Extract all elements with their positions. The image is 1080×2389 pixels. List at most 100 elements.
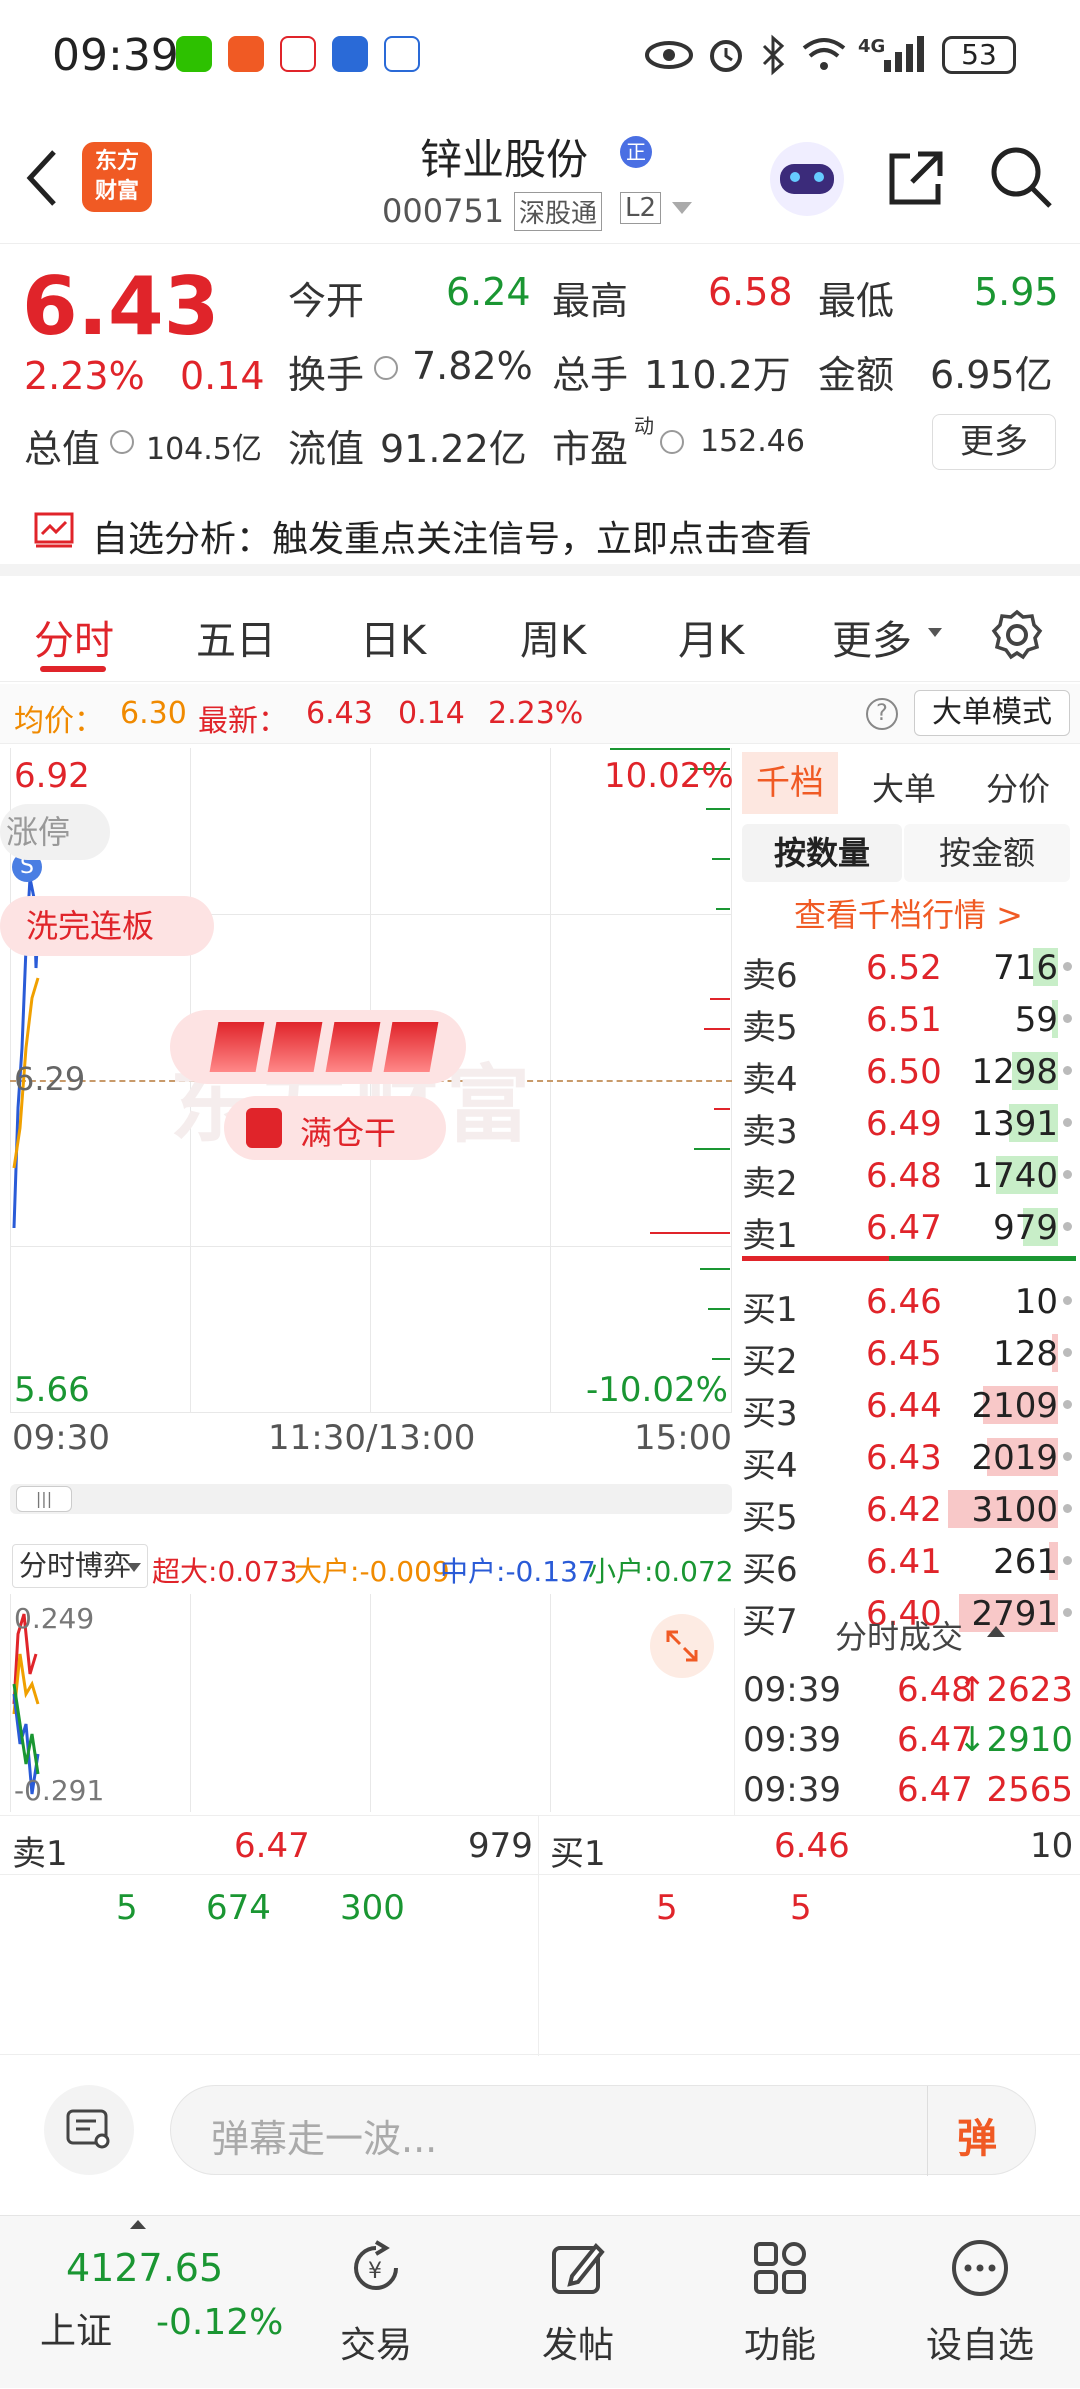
- battery-level: 53: [961, 38, 997, 71]
- capital-flow-chart[interactable]: 0.249 -0.291: [10, 1594, 732, 1812]
- info-icon[interactable]: [660, 430, 684, 454]
- thousand-depth-link[interactable]: 查看千档行情 >: [794, 890, 1023, 936]
- tab-monthly-k[interactable]: 月K: [678, 608, 744, 666]
- chevron-down-icon: [928, 628, 942, 637]
- svg-text:¥: ¥: [368, 2259, 382, 2284]
- trade-icon: ¥: [354, 2240, 398, 2290]
- tab-more[interactable]: 更多: [832, 608, 912, 666]
- limit-up-bubble[interactable]: 涨停: [0, 804, 110, 860]
- level-price: 6.49: [866, 1104, 942, 1144]
- bid-row[interactable]: 买1 6.46 10: [742, 1278, 1072, 1330]
- nav-post[interactable]: 发帖: [508, 2216, 648, 2389]
- turnover-value: 7.82%: [412, 344, 533, 388]
- subtab-by-amount[interactable]: 按金额: [904, 824, 1070, 882]
- bid-row[interactable]: 买4 6.43 2019: [742, 1434, 1072, 1486]
- limit-up-text: 涨停: [6, 813, 71, 851]
- badge-zheng: 正: [620, 136, 652, 168]
- open-value: 6.24: [446, 270, 531, 314]
- help-icon[interactable]: ?: [866, 698, 898, 730]
- ask-row[interactable]: 卖2 6.48 1740: [742, 1152, 1072, 1204]
- low-value: 5.95: [974, 270, 1059, 314]
- buy-order-item: 5: [790, 1888, 812, 1928]
- bid-row[interactable]: 买3 6.44 2109: [742, 1382, 1072, 1434]
- bid-row[interactable]: 买6 6.41 261: [742, 1538, 1072, 1590]
- mini-top-label: 0.249: [14, 1602, 95, 1635]
- large-flow: 大户:-0.009: [294, 1555, 450, 1588]
- level-dot: [1063, 1014, 1072, 1023]
- level-volume: 1391: [971, 1104, 1058, 1144]
- bid-row[interactable]: 买5 6.42 3100: [742, 1486, 1072, 1538]
- wash-bubble[interactable]: 洗完连板: [0, 896, 214, 956]
- alarm-icon: [710, 40, 742, 72]
- ask-row[interactable]: 卖1 6.47 979: [742, 1204, 1072, 1256]
- chevron-up-icon: [987, 1626, 1005, 1637]
- index-ticker[interactable]: 4127.65 上证 -0.12%: [0, 2216, 300, 2389]
- nav-add-watchlist[interactable]: 设自选: [910, 2216, 1050, 2389]
- tab-intraday[interactable]: 分时: [34, 608, 114, 666]
- book-tab-thousand[interactable]: 千档: [742, 752, 838, 814]
- nav-functions[interactable]: 功能: [710, 2216, 850, 2389]
- level-dot: [1063, 1066, 1072, 1075]
- stock-title[interactable]: 锌业股份 正 000751 深股通 L2: [380, 126, 700, 236]
- mcap-label: 总值: [24, 427, 101, 471]
- y-mid-label: 6.29: [14, 1060, 86, 1098]
- flow-selector[interactable]: 分时博弈: [12, 1544, 148, 1588]
- danmu-toggle-icon[interactable]: 弹: [957, 2106, 997, 2164]
- volume-value: 110.2万: [644, 353, 791, 397]
- level-label: 卖2: [742, 1164, 798, 1204]
- level1-depth-strip: 卖1 6.47 979 买1 6.46 10 5 674 300 5 5: [0, 1815, 1080, 2056]
- danmu-input[interactable]: 弹幕走一波... 弹: [170, 2085, 1036, 2176]
- y-bottom-label: 5.66: [14, 1370, 90, 1410]
- tab-weekly-k[interactable]: 周K: [520, 608, 586, 666]
- tab-five-day[interactable]: 五日: [196, 608, 276, 666]
- trade-row: 09:39 6.47 2565: [743, 1770, 1073, 1816]
- trade-row: 09:39 6.48 ↑2623: [743, 1670, 1073, 1716]
- scroll-handle[interactable]: |||: [16, 1486, 72, 1512]
- expand-icon[interactable]: [650, 1614, 714, 1678]
- level-volume: 128: [993, 1334, 1058, 1374]
- robot-assistant-icon[interactable]: [770, 142, 844, 216]
- change-value: 0.14: [180, 354, 265, 398]
- signal-icon: [884, 36, 924, 72]
- ask-row[interactable]: 卖6 6.52 716: [742, 944, 1072, 996]
- app-logo[interactable]: 东方 财富: [82, 142, 152, 212]
- notice-text: 自选分析：触发重点关注信号，立即点击查看: [92, 519, 813, 560]
- back-arrow-icon[interactable]: [22, 146, 62, 210]
- book-tab-by-price[interactable]: 分价: [986, 764, 1050, 810]
- ask-row[interactable]: 卖3 6.49 1391: [742, 1100, 1072, 1152]
- big-order-mode-button[interactable]: 大单模式: [914, 690, 1070, 736]
- app-logo-line1: 东方: [94, 149, 139, 174]
- high-label: 最高: [552, 279, 629, 323]
- level-dot: [1063, 1118, 1072, 1127]
- ask-row[interactable]: 卖5 6.51 59: [742, 996, 1072, 1048]
- trades-title[interactable]: 分时成交: [835, 1612, 963, 1658]
- watchlist-analysis-banner[interactable]: 自选分析：触发重点关注信号，立即点击查看: [0, 490, 1080, 576]
- info-icon[interactable]: [110, 430, 134, 454]
- chart-scrollbar[interactable]: |||: [10, 1484, 732, 1514]
- subtab-by-quantity[interactable]: 按数量: [742, 824, 902, 882]
- intraday-chart[interactable]: 东方财富 S 涨停 洗完连板 满仓干 6.92 6.29 5.66 10.02%…: [0, 748, 734, 1413]
- more-button[interactable]: 更多: [932, 414, 1056, 470]
- nav-trade[interactable]: ¥ 交易: [306, 2216, 446, 2389]
- book-tab-big-order[interactable]: 大单: [872, 764, 936, 810]
- search-icon[interactable]: [988, 144, 1054, 210]
- danmu-settings-icon[interactable]: [44, 2085, 134, 2175]
- tab-daily-k[interactable]: 日K: [360, 608, 426, 666]
- share-icon[interactable]: [884, 146, 948, 210]
- bid-row[interactable]: 买2 6.45 128: [742, 1330, 1072, 1382]
- gear-icon[interactable]: [990, 608, 1044, 662]
- book-divider: [742, 1256, 1076, 1261]
- level-price: 6.42: [866, 1490, 942, 1530]
- flag-bubble[interactable]: [170, 1010, 466, 1084]
- full-position-bubble[interactable]: 满仓干: [224, 1096, 446, 1160]
- high-value: 6.58: [708, 270, 793, 314]
- stock-header: 东方 财富 锌业股份 正 000751 深股通 L2: [0, 120, 1080, 244]
- info-icon[interactable]: [374, 356, 398, 380]
- level-label: 买4: [742, 1446, 798, 1486]
- ask-row[interactable]: 卖4 6.50 1298: [742, 1048, 1072, 1100]
- level-volume: 716: [993, 948, 1058, 988]
- wechat-icon: [176, 36, 212, 72]
- level-dot: [1063, 1504, 1072, 1513]
- level-label: 卖6: [742, 956, 798, 996]
- index-name: 上证: [40, 2311, 113, 2352]
